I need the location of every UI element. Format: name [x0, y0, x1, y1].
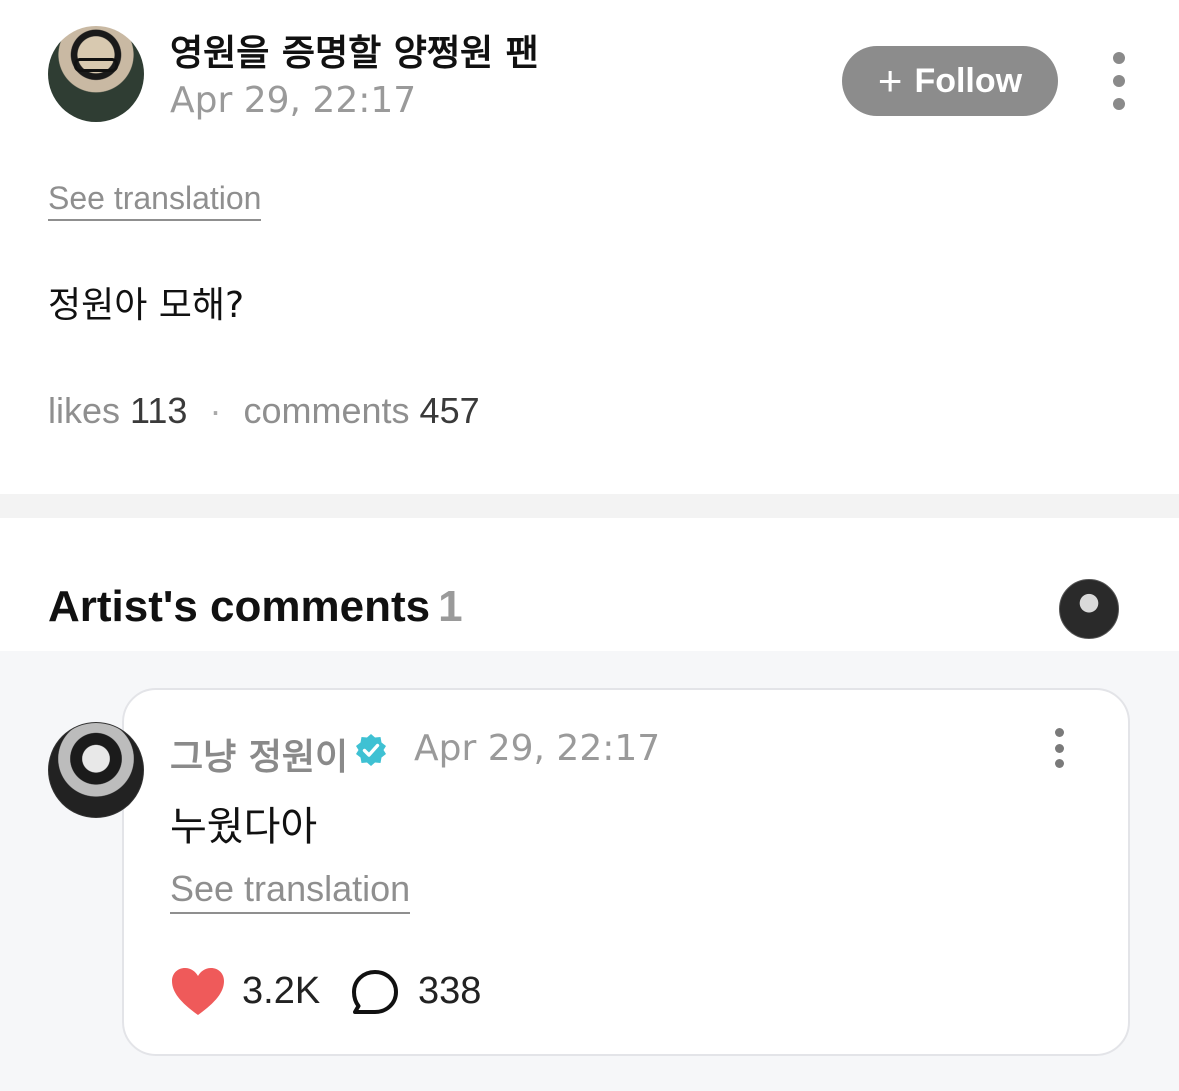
- post-see-translation-link[interactable]: See translation: [48, 180, 262, 221]
- likes-count: 113: [130, 390, 188, 431]
- comment-body-text: 누웠다아: [170, 804, 318, 850]
- verified-badge-icon: [356, 734, 386, 766]
- comment-more-icon[interactable]: [1046, 728, 1072, 768]
- more-dot: [1113, 52, 1125, 64]
- section-divider: [0, 494, 1179, 518]
- author-avatar[interactable]: [48, 26, 144, 122]
- speech-bubble-icon[interactable]: [350, 968, 400, 1018]
- post-card: 영원을 증명할 양쩡원 팬 Apr 29, 22:17 + Follow See…: [0, 0, 1179, 494]
- post-body-text: 정원아 모해?: [48, 285, 245, 326]
- artist-comments-title: Artist's comments: [48, 582, 431, 631]
- artist-avatar-small[interactable]: [1059, 579, 1119, 639]
- more-dot: [1054, 759, 1064, 768]
- comment-see-translation-link[interactable]: See translation: [170, 868, 411, 914]
- follow-label: Follow: [914, 61, 1023, 100]
- post-stats: likes 113 · comments 457: [48, 390, 480, 432]
- comments-label[interactable]: comments: [243, 390, 409, 431]
- heart-icon[interactable]: [170, 966, 226, 1018]
- more-dot: [1054, 728, 1064, 737]
- more-dot: [1113, 98, 1125, 110]
- comments-count[interactable]: 457: [420, 390, 480, 431]
- post-more-icon[interactable]: [1104, 52, 1134, 110]
- likes-label: likes: [48, 390, 121, 431]
- more-dot: [1054, 743, 1064, 753]
- comment-timestamp: Apr 29, 22:17: [414, 728, 661, 769]
- comment-author-avatar[interactable]: [48, 722, 144, 818]
- more-dot: [1113, 75, 1125, 87]
- comment-author-name[interactable]: 그냥 정원이: [170, 728, 348, 780]
- plus-icon: +: [877, 57, 903, 104]
- artist-comments-heading: Artist's comments 1: [48, 582, 463, 632]
- post-author-name[interactable]: 영원을 증명할 양쩡원 팬: [170, 24, 539, 76]
- glasses-graphic: [74, 58, 118, 72]
- artist-comments-count: 1: [438, 582, 463, 631]
- stats-separator: ·: [209, 390, 222, 431]
- post-timestamp: Apr 29, 22:17: [170, 80, 417, 121]
- follow-button[interactable]: + Follow: [842, 46, 1058, 116]
- comment-like-count: 3.2K: [242, 970, 321, 1012]
- comment-reply-count: 338: [418, 970, 482, 1012]
